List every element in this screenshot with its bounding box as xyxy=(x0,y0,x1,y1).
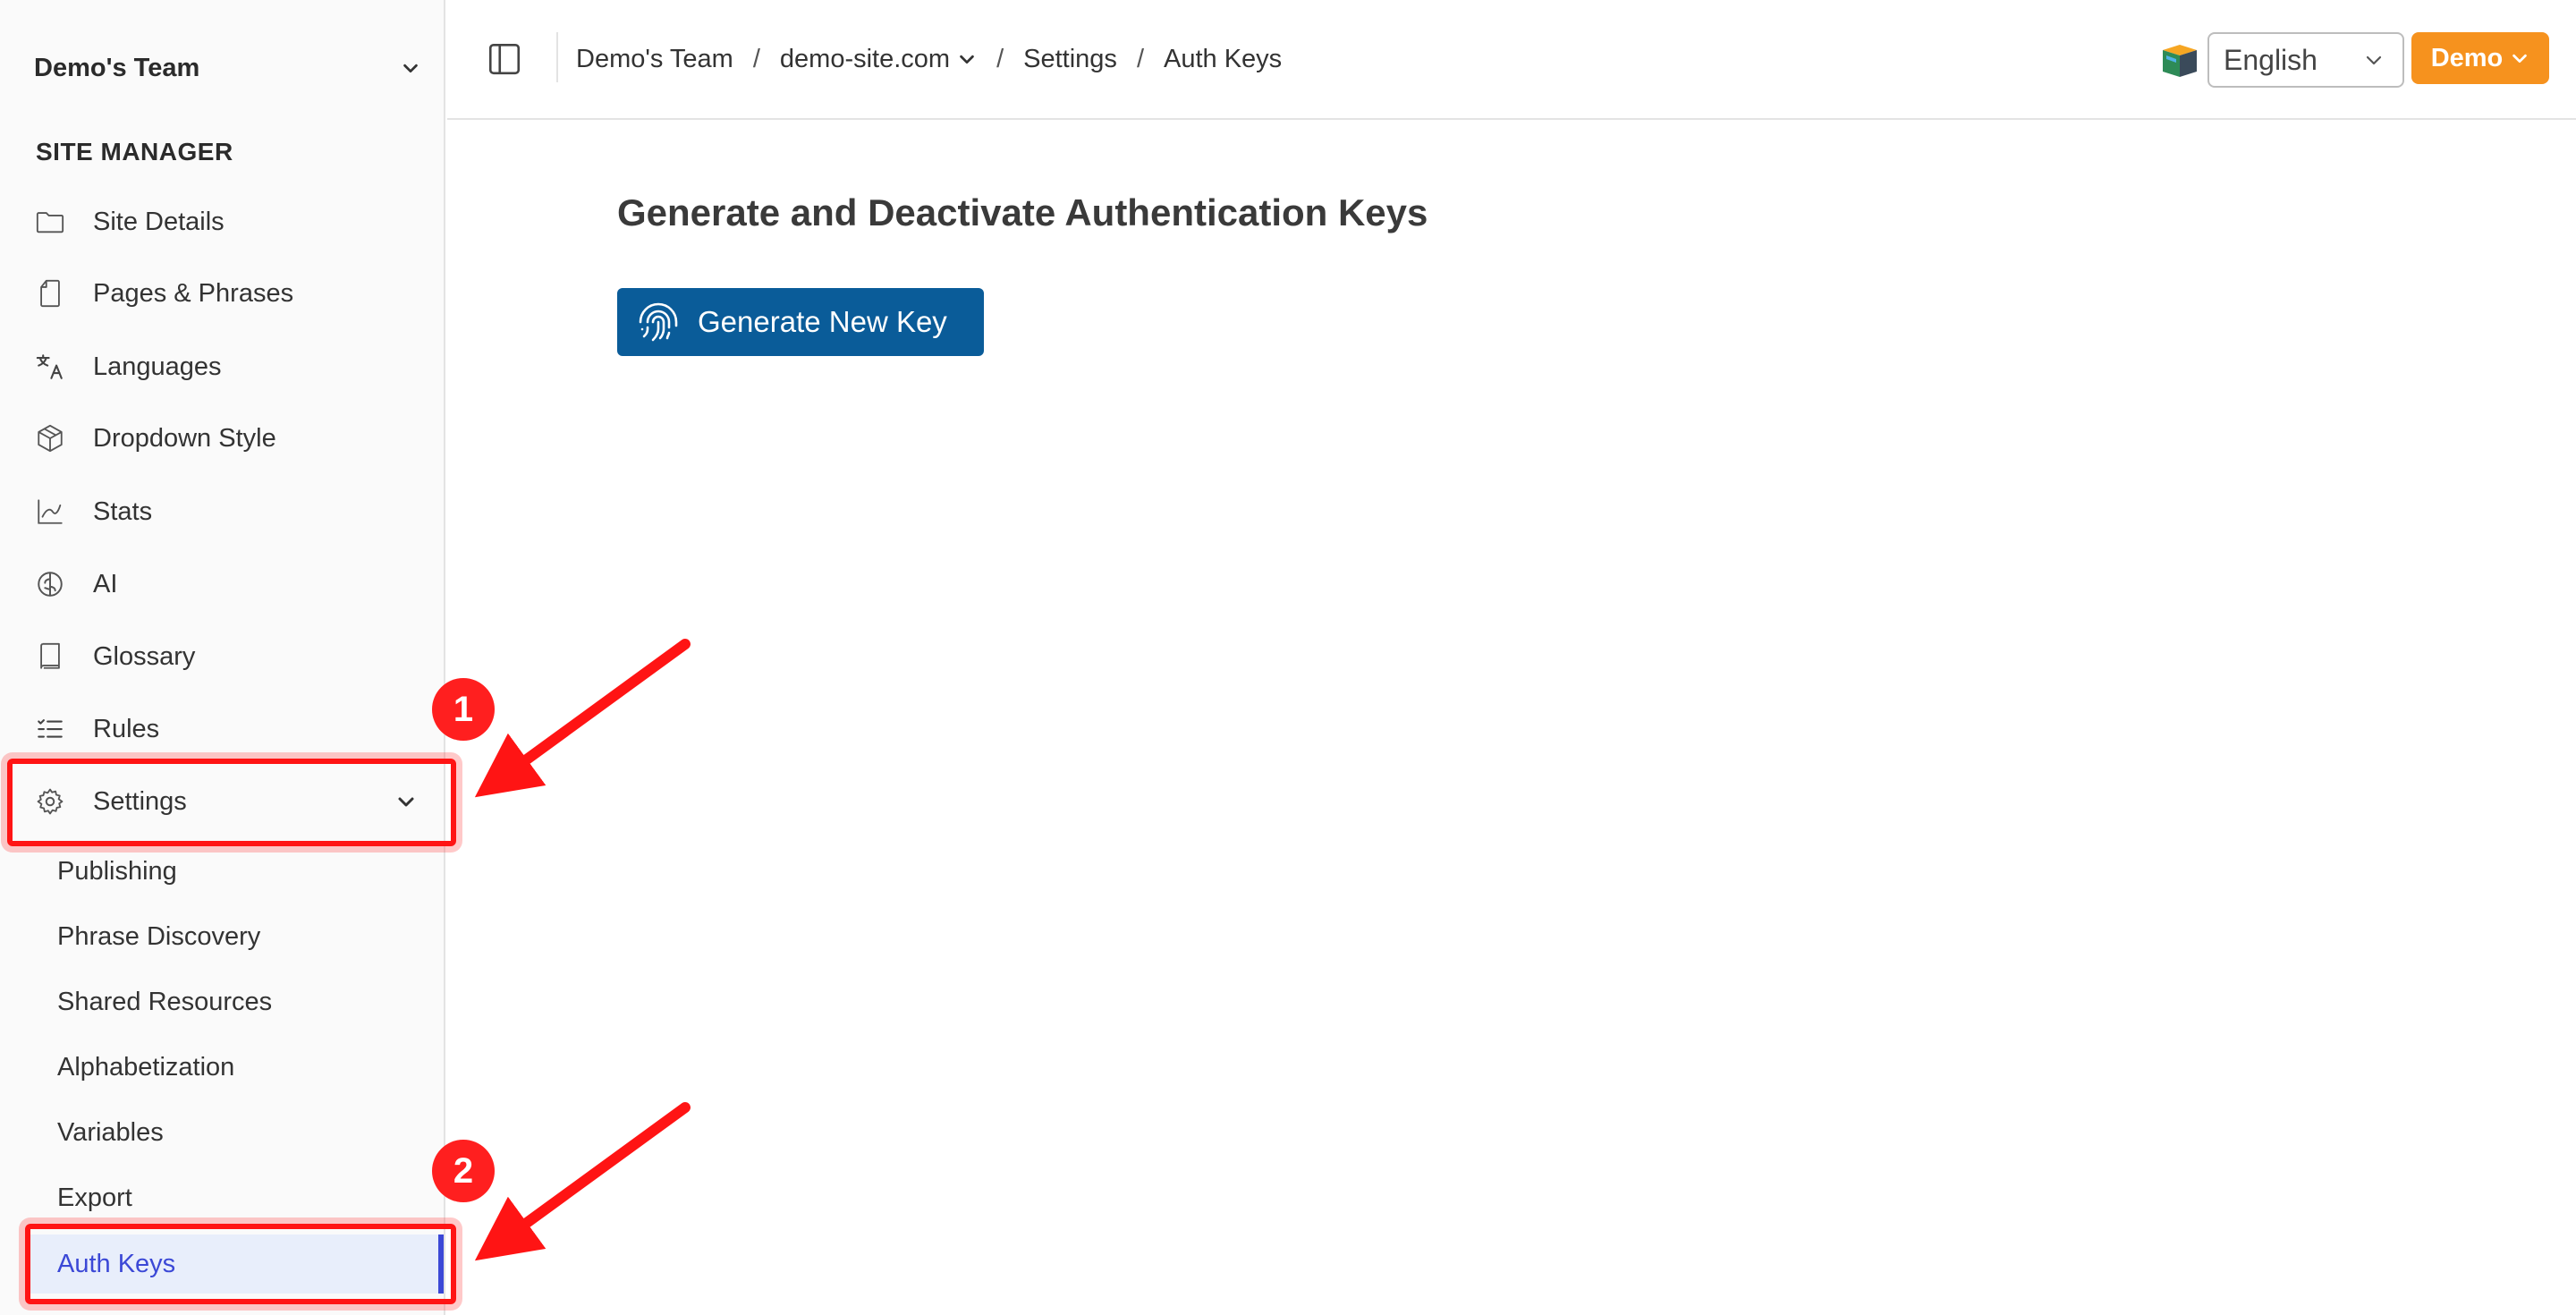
arrow-to-settings xyxy=(474,639,691,798)
arrow-to-auth-keys xyxy=(474,1102,691,1261)
annotation-arrows xyxy=(474,639,691,1261)
app-window: Demo's Team SITE MANAGER Site Details Pa… xyxy=(0,0,2576,1315)
